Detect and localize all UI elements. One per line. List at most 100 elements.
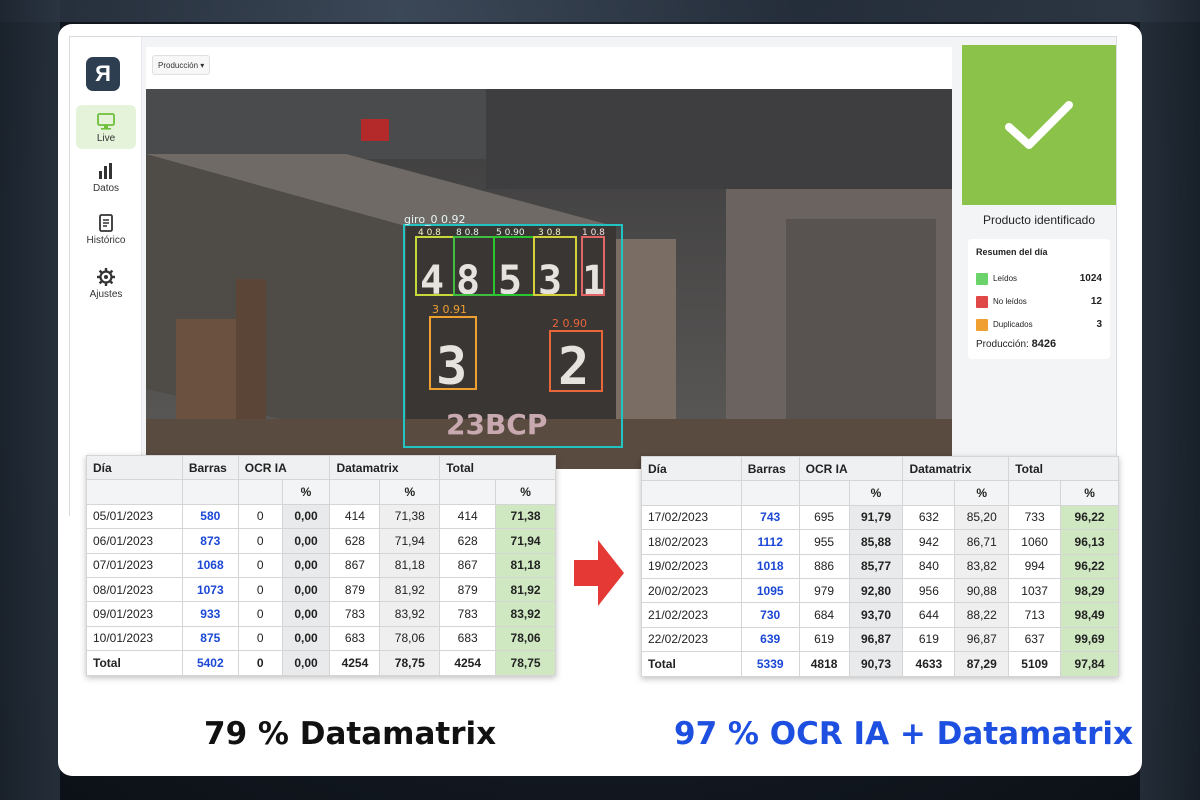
table-cell: 09/01/2023 [86,601,183,627]
table-cell: 86,71 [954,529,1010,555]
table-cell: 78,75 [379,650,441,676]
summary-row-duplicados: Duplicados 3 [976,313,1102,336]
status-panel: Producto identificado Resumen del día Le… [962,45,1116,515]
production-dropdown[interactable]: Producción ▾ [152,55,210,75]
table-cell: 730 [740,602,800,628]
background-left [0,0,60,800]
summary-label: No leídos [993,297,1027,306]
production-value: 8426 [1031,338,1057,350]
table-cell: 93,70 [848,602,904,628]
table-cell: 4633 [902,651,956,677]
table-cell: 81,18 [495,552,556,578]
nav-datos-label: Datos [92,182,120,194]
table-cell: 840 [902,553,956,579]
table-cell: 683 [439,625,497,652]
header-pct: % [495,479,556,505]
table-cell: 17/02/2023 [641,504,742,531]
table-cell: 4254 [329,650,381,676]
table-cell: 85,77 [848,553,904,579]
main-panel: Producción ▾ 4 8 5 3 1 3 2 23BCP giro_0 … [146,47,952,517]
table-cell: 0,00 [281,650,331,676]
table-cell: 684 [798,602,850,628]
table-cell: 96,87 [848,626,904,653]
table-cell: 644 [902,602,956,628]
table-cell: 1060 [1008,529,1062,555]
table-cell: 695 [798,504,850,531]
stamp-text: 23BCP [446,408,547,441]
camera-image: 4 8 5 3 1 3 2 23BCP giro_0 0.92 4 0.8 8 … [146,89,952,469]
svg-text:8: 8 [456,258,480,304]
table-row: 20/02/2023 1095 979 92,80 956 90,88 1037 98,29 [641,577,1119,604]
table-cell: 867 [329,552,381,578]
checkmark-icon [1005,101,1073,149]
table-cell: 743 [740,504,800,531]
day-summary: Resumen del día Leídos 1024 No leídos 12… [968,239,1110,359]
table-cell: 98,49 [1060,602,1119,628]
summary-row-leidos: Leídos 1024 [976,267,1102,290]
table-cell: 0 [237,503,283,530]
table-cell: Total [86,650,183,676]
background-right [1140,0,1200,800]
red-device [361,119,389,141]
summary-value: 3 [1096,319,1102,330]
header-barras: Barras [181,454,239,481]
svg-text:4: 4 [420,258,444,304]
table-after: Día Barras OCR IA Datamatrix Total % % %… [641,455,1119,677]
table-cell: 0,00 [281,601,331,627]
table-cell: 07/01/2023 [86,552,183,578]
table-cell: 96,13 [1060,529,1119,555]
table-cell: 71,38 [379,503,441,530]
header-dia: Día [86,454,183,481]
table-cell: Total [641,651,742,677]
app-logo: Я [86,57,120,91]
table-cell: 5109 [1008,651,1062,677]
table-cell: 619 [902,626,956,653]
table-cell: 96,22 [1060,504,1119,531]
table-cell: 632 [902,504,956,531]
table-cell: 81,18 [379,552,441,578]
table-cell: 05/01/2023 [86,503,183,530]
table-cell: 0 [237,650,283,676]
table-cell: 1073 [181,576,239,603]
table-row: 19/02/2023 1018 886 85,77 840 83,82 994 96,22 [641,553,1119,579]
table-row: 22/02/2023 639 619 96,87 619 96,87 637 99,69 [641,626,1119,653]
table-cell: 1068 [181,552,239,578]
table-cell: 783 [329,601,381,627]
table-cell: 886 [798,553,850,579]
nav-historico[interactable]: Histórico [76,207,136,251]
table-cell: 628 [439,528,497,554]
table-cell: 0,00 [281,528,331,554]
table-cell: 1037 [1008,577,1062,604]
table-row: 08/01/2023 1073 0 0,00 879 81,92 879 81,92 [86,576,556,603]
svg-text:1: 1 [582,258,606,304]
table-cell: 0 [237,552,283,578]
table-cell: 580 [181,503,239,530]
table-cell: 0,00 [281,625,331,652]
table-row: 10/01/2023 875 0 0,00 683 78,06 683 78,06 [86,625,556,652]
table-total-row: Total 5402 0 0,00 4254 78,75 4254 78,75 [86,650,556,676]
nav-live[interactable]: Live [76,105,136,149]
nav-ajustes[interactable]: Ajustes [76,261,136,305]
table-cell: 0 [237,528,283,554]
header-dia: Día [641,455,742,482]
table-cell: 21/02/2023 [641,602,742,628]
detection-giro-label: giro_0 0.92 [404,213,466,226]
table-before: Día Barras OCR IA Datamatrix Total % % %… [86,454,556,676]
summary-value: 12 [1090,296,1102,307]
table-cell: 71,38 [495,503,556,530]
orange-swatch [976,318,988,331]
nav-datos[interactable]: Datos [76,155,136,199]
table-cell: 0 [237,625,283,652]
table-cell: 88,22 [954,602,1010,628]
header-ocr: OCR IA [798,455,904,482]
table-cell: 619 [798,626,850,653]
red-swatch [976,295,988,308]
green-swatch [976,272,988,285]
header-pct: % [1060,480,1119,506]
table-cell: 713 [1008,602,1062,628]
table-cell: 81,92 [379,576,441,603]
table-row: 09/01/2023 933 0 0,00 783 83,92 783 83,92 [86,601,556,627]
table-cell: 1018 [740,553,800,579]
table-cell: 97,84 [1060,651,1119,677]
caption-before: 79 % Datamatrix [204,716,497,752]
